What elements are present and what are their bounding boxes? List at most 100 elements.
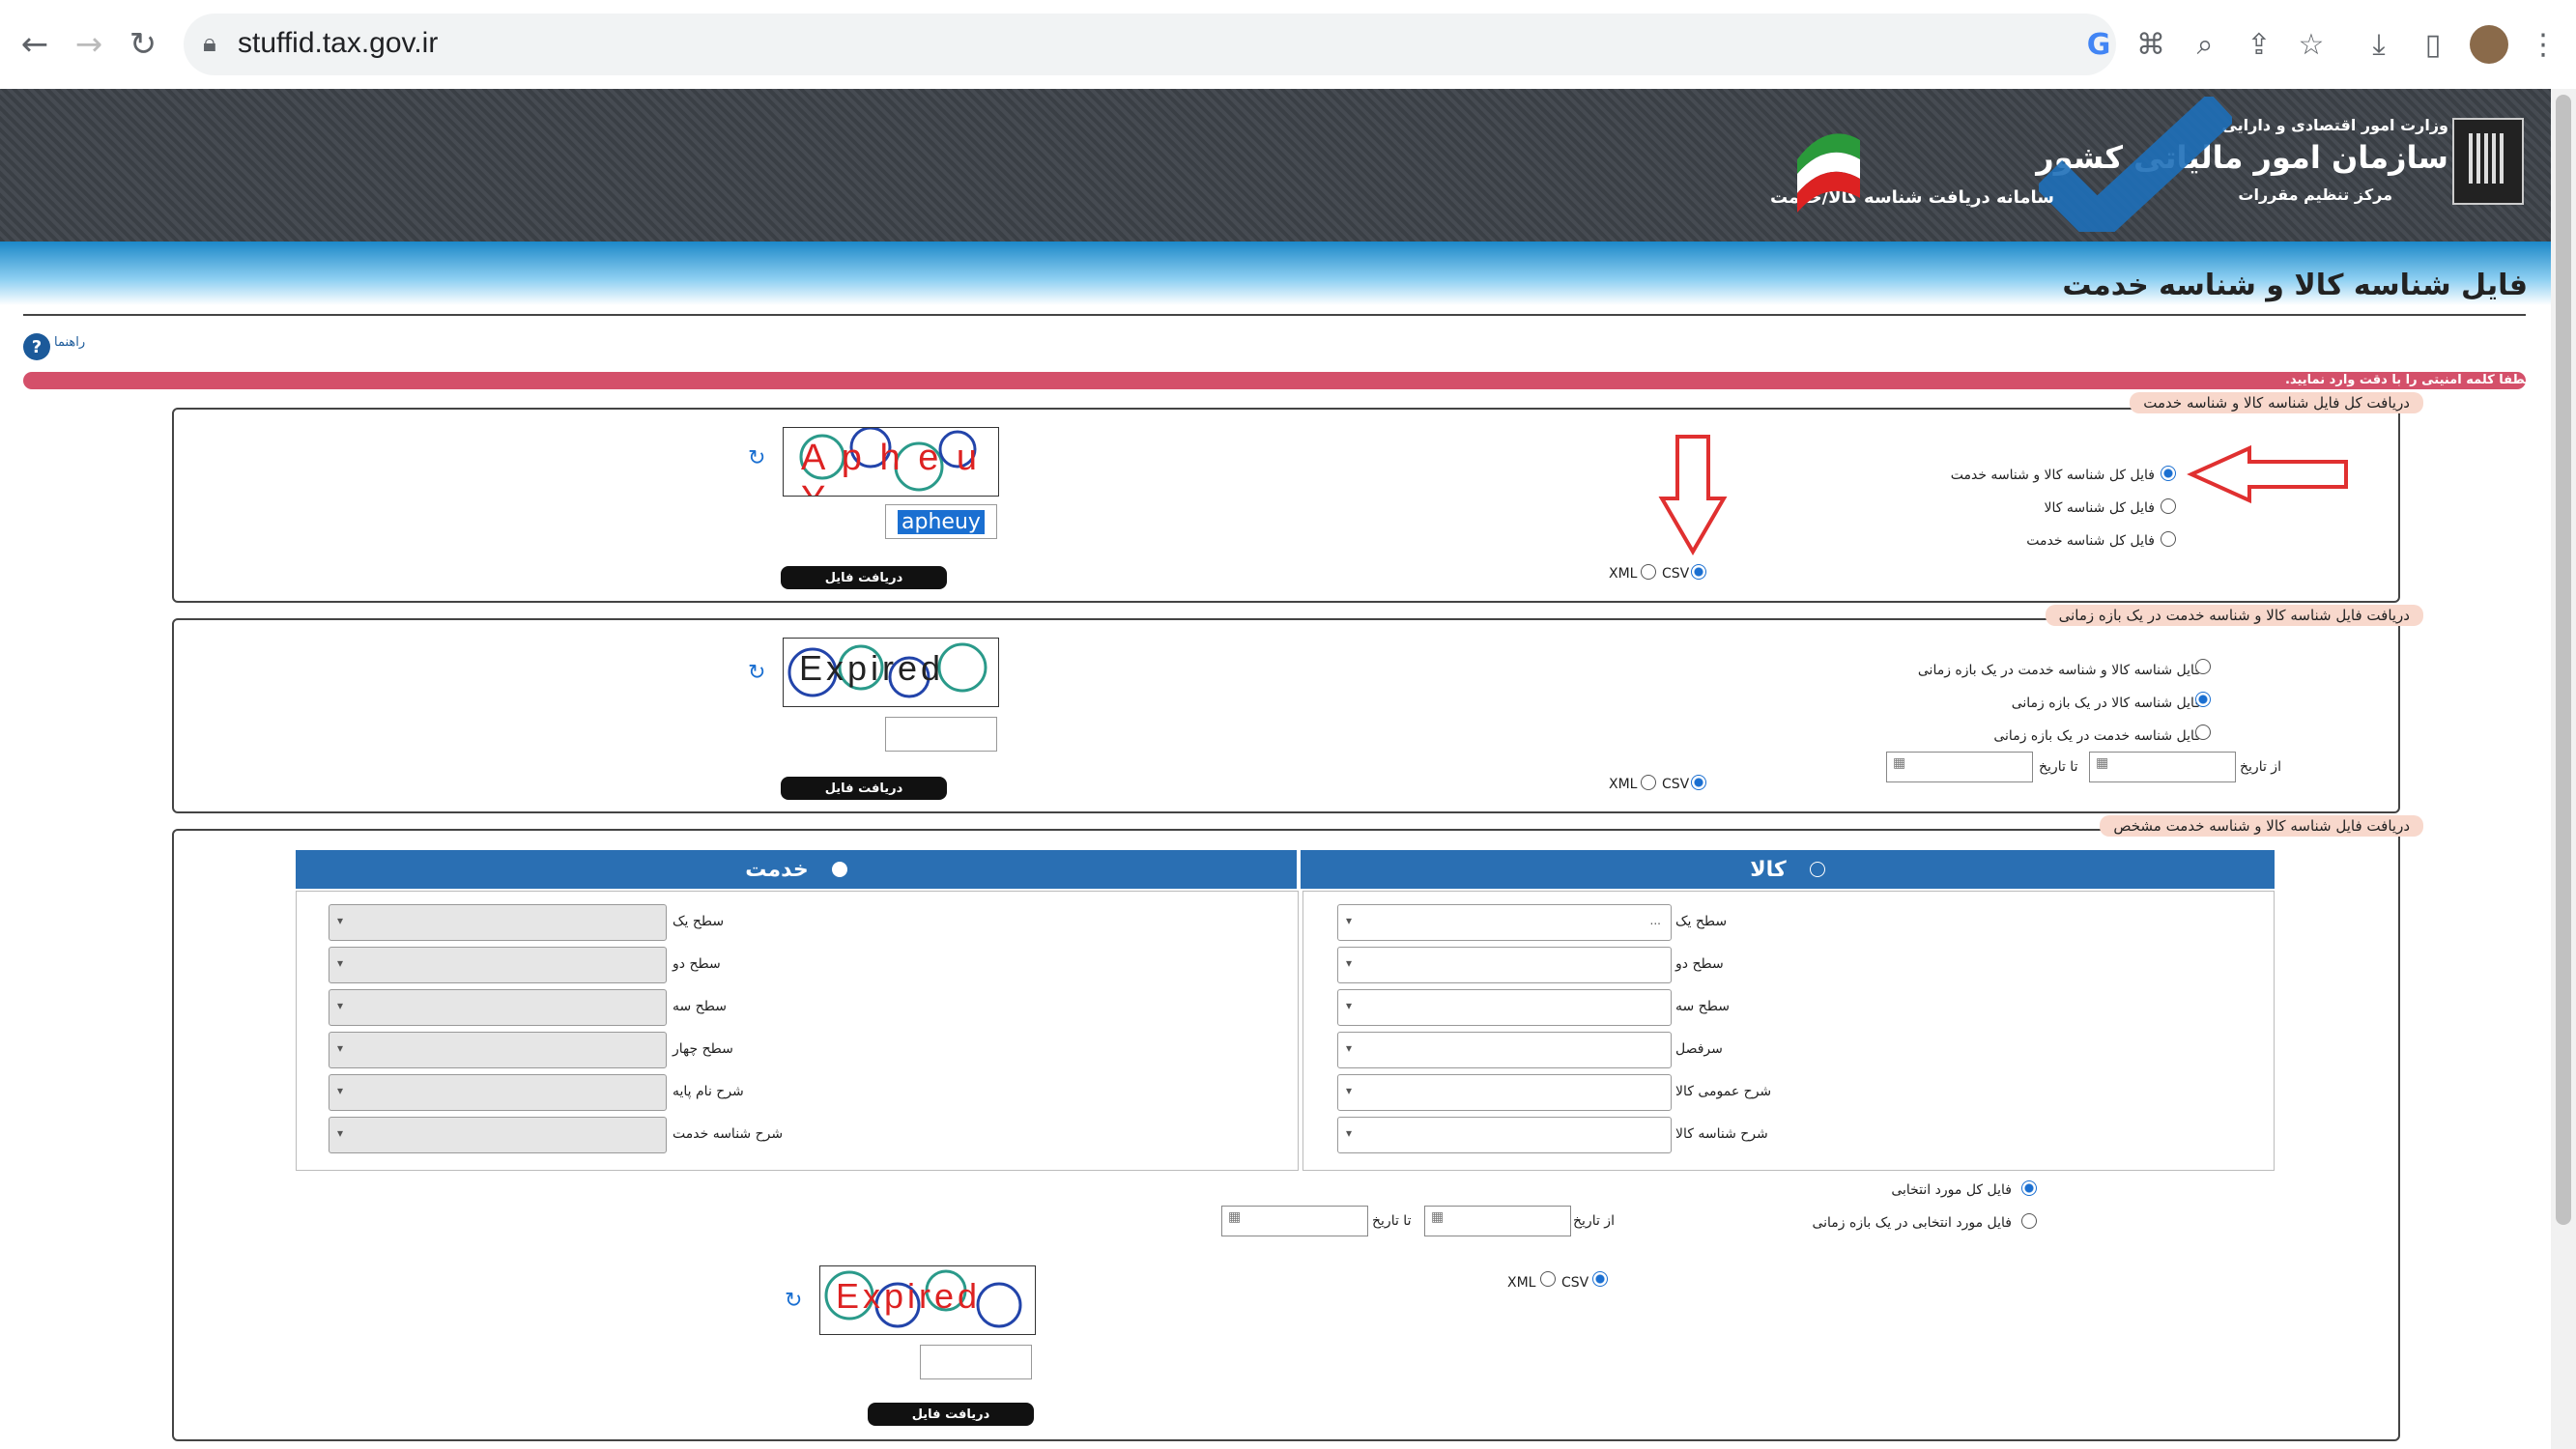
s3-to-date-input[interactable]: ▦ [1221,1206,1368,1236]
s1-csv-label: CSV [1662,566,1690,582]
zoom-icon[interactable]: ⌕ [2184,23,2226,66]
s3-csv-radio[interactable] [1592,1271,1608,1287]
goods-level3-label: سطح سه [1675,999,1730,1014]
goods-general-desc-label: شرح عمومی کالا [1675,1084,1772,1099]
service-level3-label: سطح سه [673,999,727,1014]
s1-option-2-radio[interactable] [2161,498,2176,514]
s2-option-2-radio[interactable] [2195,692,2211,707]
s1-option-1-radio[interactable] [2161,466,2176,481]
service-base-name-select[interactable]: ▾ [329,1074,667,1111]
center-name: مرکز تنظیم مقررات [2238,185,2392,204]
s1-xml-radio[interactable] [1641,564,1656,580]
chevron-down-icon: ▾ [337,1126,344,1140]
s2-captcha-text: Expired [799,648,945,688]
lock-icon: 🔒︎ [203,29,216,58]
s2-from-date-input[interactable]: ▦ [2089,752,2236,782]
ministry-name: وزارت امور اقتصادی و دارایی [2221,116,2448,134]
s2-xml-label: XML [1609,777,1638,792]
s3-option-2-radio[interactable] [2021,1213,2037,1229]
s2-captcha-refresh-icon[interactable]: ↻ [748,661,765,685]
service-base-name-label: شرح نام پایه [673,1084,744,1099]
scrollbar-thumb[interactable] [2556,95,2571,1225]
s3-captcha-input[interactable] [920,1345,1032,1379]
service-header-label: خدمت [745,857,809,882]
s3-from-calendar-icon[interactable]: ▦ [1425,1209,1444,1225]
s3-to-calendar-icon[interactable]: ▦ [1222,1209,1241,1225]
service-header[interactable]: خدمت [296,850,1297,889]
help-icon[interactable]: ? [23,333,50,360]
bookmark-star-icon[interactable]: ☆ [2290,23,2333,66]
s2-to-calendar-icon[interactable]: ▦ [1887,755,1905,771]
chevron-down-icon: ▾ [1346,956,1353,970]
s1-option-3-radio[interactable] [2161,531,2176,547]
s2-option-3-radio[interactable] [2195,724,2211,740]
goods-header-label: کالا [1750,857,1787,882]
service-id-desc-select[interactable]: ▾ [329,1117,667,1153]
side-panel-icon[interactable]: ▯ [2412,23,2454,66]
help-link[interactable]: راهنما [54,335,85,350]
reload-icon[interactable]: ↻ [120,21,166,68]
s2-from-calendar-icon[interactable]: ▦ [2090,755,2108,771]
s3-xml-label: XML [1507,1275,1536,1291]
google-icon[interactable]: G [2077,23,2120,66]
avatar[interactable] [2470,25,2508,64]
goods-header[interactable]: کالا [1301,850,2275,889]
goods-level1-label: سطح یک [1675,914,1728,929]
s3-csv-label: CSV [1561,1275,1589,1291]
address-bar[interactable]: 🔒︎ stuffid.tax.gov.ir [184,14,2116,75]
s2-to-label: تا تاریخ [2039,759,2078,775]
goods-heading-label: سرفصل [1675,1041,1723,1057]
s3-captcha-refresh-icon[interactable]: ↻ [785,1289,802,1313]
service-radio[interactable] [831,862,847,877]
s2-download-button[interactable]: دریافت فایل [781,777,947,800]
s1-captcha-refresh-icon[interactable]: ↻ [748,446,765,470]
forward-icon[interactable]: → [66,21,112,68]
s3-option-1-label: فایل کل مورد انتخابی [1891,1182,2012,1198]
flag-icon [1797,133,1860,213]
back-icon[interactable]: ← [12,21,58,68]
s3-option-1-radio[interactable] [2021,1180,2037,1196]
download-icon[interactable]: ⤓ [2358,23,2400,66]
service-level2-select[interactable]: ▾ [329,947,667,983]
s3-xml-radio[interactable] [1540,1271,1556,1287]
s2-captcha-input[interactable] [885,717,997,752]
s2-option-2-label: فایل شناسه کالا در یک بازه زمانی [2011,696,2201,711]
s1-captcha-input[interactable]: apheuy [885,504,997,539]
url-text: stuffid.tax.gov.ir [238,27,439,59]
s1-csv-radio[interactable] [1691,564,1706,580]
s2-to-date-input[interactable]: ▦ [1886,752,2033,782]
share-icon[interactable]: ⇪ [2238,23,2280,66]
goods-level1-select[interactable]: ▾ ... [1337,904,1672,941]
section1-legend: دریافت کل فایل شناسه کالا و شناسه خدمت [2130,392,2423,413]
goods-field-row: ▾ سطح سه [1337,989,2207,1032]
service-level3-select[interactable]: ▾ [329,989,667,1026]
s1-option-3-label: فایل کل شناسه خدمت [2026,533,2155,549]
s2-option-1-radio[interactable] [2195,659,2211,674]
s3-captcha-text: Expired [836,1276,982,1316]
s2-xml-radio[interactable] [1641,775,1656,790]
s2-from-label: از تاریخ [2240,759,2281,775]
s3-from-date-input[interactable]: ▦ [1424,1206,1571,1236]
goods-heading-select[interactable]: ▾ [1337,1032,1672,1068]
s1-option-1-label: فایل کل شناسه کالا و شناسه خدمت [1950,468,2155,483]
browser-toolbar: ← → ↻ 🔒︎ stuffid.tax.gov.ir G ⌘ ⌕ ⇪ ☆ ⤓ … [0,0,2576,90]
s3-download-button[interactable]: دریافت فایل [868,1403,1034,1426]
goods-id-desc-select[interactable]: ▾ [1337,1117,1672,1153]
goods-level3-select[interactable]: ▾ [1337,989,1672,1026]
service-level4-select[interactable]: ▾ [329,1032,667,1068]
goods-radio[interactable] [1809,862,1825,877]
menu-dots-icon[interactable]: ⋮ [2522,23,2564,66]
translate-icon[interactable]: ⌘ [2130,23,2172,66]
s1-option-2-label: فایل کل شناسه کالا [2044,500,2155,516]
service-level1-select[interactable]: ▾ [329,904,667,941]
s2-csv-radio[interactable] [1691,775,1706,790]
goods-field-row: ▾ شرح شناسه کالا [1337,1117,2207,1159]
section-period-download [172,618,2400,813]
chevron-down-icon: ▾ [337,1041,344,1055]
s1-download-button[interactable]: دریافت فایل [781,566,947,589]
page-title: فایل شناسه کالا و شناسه خدمت [2062,269,2528,302]
goods-level2-select[interactable]: ▾ [1337,947,1672,983]
goods-general-desc-select[interactable]: ▾ [1337,1074,1672,1111]
chevron-down-icon: ▾ [337,914,344,927]
goods-field-row: ▾ سطح دو [1337,947,2207,989]
